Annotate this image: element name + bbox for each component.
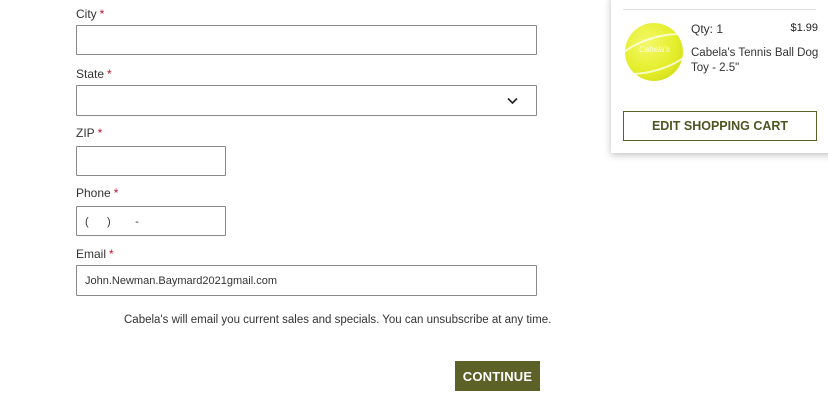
zip-label-text: ZIP <box>76 126 95 140</box>
edit-shopping-cart-button[interactable]: EDIT SHOPPING CART <box>623 111 817 141</box>
state-label: State * <box>76 67 112 81</box>
email-input[interactable] <box>77 266 536 295</box>
item-price: $1.99 <box>790 22 818 34</box>
product-image-brand: Cabela's <box>639 45 670 54</box>
phone-mask: ( ) - <box>85 216 139 228</box>
cart-divider <box>623 9 816 10</box>
zip-input[interactable] <box>77 147 225 175</box>
item-name[interactable]: Cabela's Tennis Ball Dog Toy - 2.5" <box>691 46 819 76</box>
continue-button[interactable]: CONTINUE <box>455 361 540 391</box>
item-quantity: Qty: 1 <box>691 22 724 36</box>
required-mark: * <box>97 126 103 140</box>
required-mark: * <box>99 7 105 21</box>
city-label-text: City <box>76 7 97 21</box>
state-select[interactable] <box>76 85 537 116</box>
required-mark: * <box>109 247 114 261</box>
city-field[interactable] <box>76 25 537 55</box>
email-notice: Cabela's will email you current sales an… <box>124 314 552 326</box>
state-label-text: State <box>76 67 105 81</box>
chevron-down-icon <box>507 97 518 105</box>
phone-field[interactable]: ( ) - <box>76 206 226 236</box>
email-label: Email * <box>76 247 114 261</box>
required-mark: * <box>107 67 112 81</box>
email-label-text: Email <box>76 247 107 261</box>
zip-field[interactable] <box>76 146 226 176</box>
phone-label-text: Phone <box>76 186 111 200</box>
email-field[interactable] <box>76 265 537 296</box>
zip-label: ZIP * <box>76 126 102 140</box>
city-label: City * <box>76 7 104 21</box>
required-mark: * <box>113 186 119 200</box>
city-input[interactable] <box>77 26 536 54</box>
cart-summary-panel: Cabela's Qty: 1 $1.99 Cabela's Tennis Ba… <box>611 0 828 153</box>
product-image[interactable]: Cabela's <box>625 23 683 81</box>
phone-label: Phone * <box>76 186 118 200</box>
